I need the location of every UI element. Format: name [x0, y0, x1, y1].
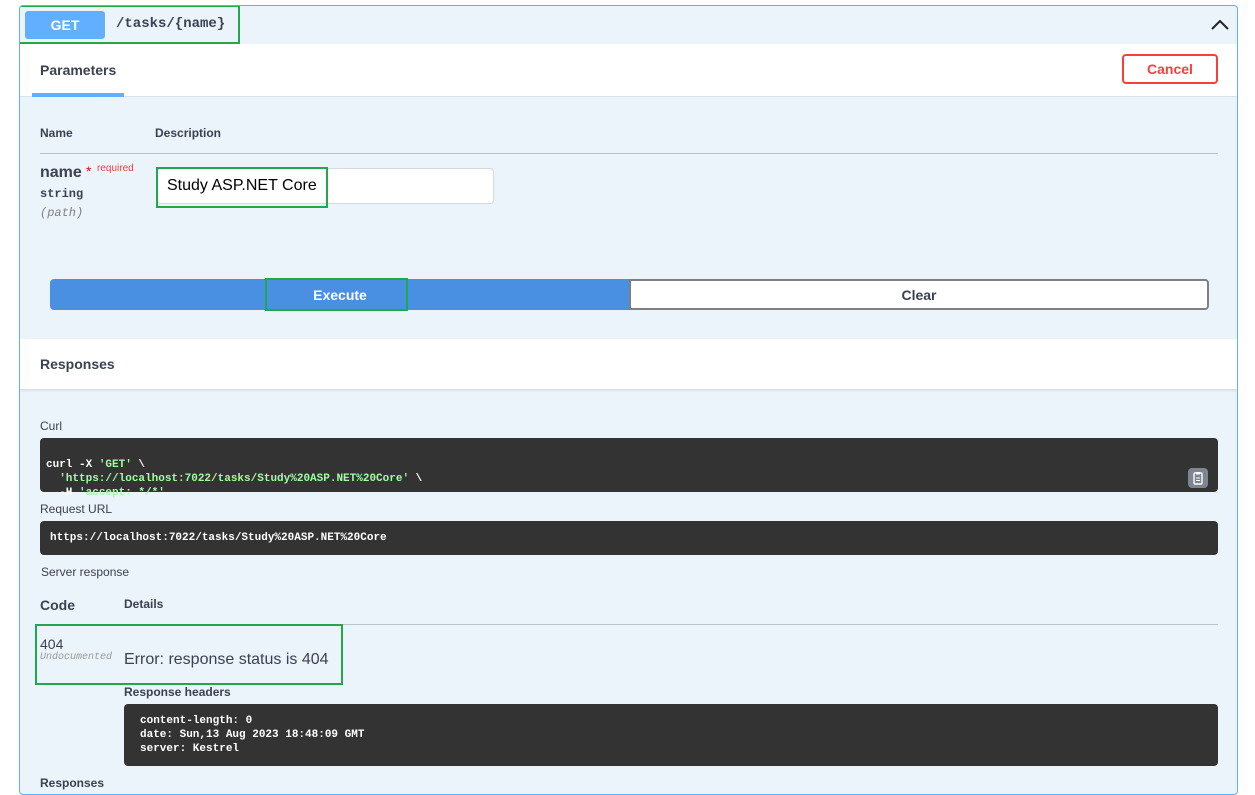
error-message: Error: response status is 404 — [124, 651, 329, 668]
server-response-label: Server response — [41, 565, 130, 579]
divider — [40, 624, 1218, 625]
tab-parameters[interactable]: Parameters — [40, 62, 116, 78]
parameter-name: name — [40, 164, 82, 181]
clear-button[interactable]: Clear — [629, 279, 1209, 310]
code-column-header: Code — [40, 597, 75, 613]
header-line: content-length: 0 — [140, 715, 253, 727]
name-input[interactable] — [157, 168, 494, 204]
curl-cont-2: \ — [409, 473, 423, 485]
operation-block: GET /tasks/{name} Parameters Cancel Name… — [19, 5, 1238, 795]
column-header-name: Name — [40, 126, 73, 140]
required-star: * — [86, 163, 92, 179]
responses-footer-title: Responses — [40, 776, 105, 790]
tab-underline — [32, 93, 124, 97]
request-url-label: Request URL — [40, 502, 113, 516]
clipboard-icon[interactable] — [1188, 468, 1208, 488]
operation-path[interactable]: /tasks/{name} — [116, 16, 225, 32]
response-headers-label: Response headers — [124, 685, 231, 699]
parameter-type: string — [40, 187, 84, 201]
divider — [40, 153, 1218, 154]
responses-title: Responses — [40, 356, 115, 372]
column-header-description: Description — [155, 126, 222, 140]
curl-url: 'https://localhost:7022/tasks/Study%20AS… — [59, 473, 410, 485]
request-url: https://localhost:7022/tasks/Study%20ASP… — [50, 532, 387, 544]
tab-bar: Parameters Cancel — [20, 44, 1237, 97]
cancel-button[interactable]: Cancel — [1122, 54, 1218, 84]
responses-header: Responses — [20, 339, 1237, 390]
header-line: date: Sun,13 Aug 2023 18:48:09 GMT — [140, 729, 365, 741]
details-column-header: Details — [124, 597, 164, 611]
curl-cmd: curl -X — [46, 459, 99, 471]
curl-flag: -H — [46, 487, 80, 499]
request-url-block[interactable]: https://localhost:7022/tasks/Study%20ASP… — [40, 521, 1218, 555]
curl-header: 'accept: */*' — [79, 487, 165, 499]
parameter-location: (path) — [40, 206, 84, 220]
header-line: server: Kestrel — [140, 743, 240, 755]
execute-button[interactable]: Execute — [50, 279, 630, 310]
chevron-up-icon[interactable] — [1209, 14, 1231, 36]
status-note: Undocumented — [40, 652, 113, 663]
status-code: 404 — [40, 636, 64, 652]
response-headers-block[interactable]: content-length: 0 date: Sun,13 Aug 2023 … — [124, 704, 1218, 766]
curl-block[interactable]: curl -X 'GET' \ 'https://localhost:7022/… — [40, 438, 1218, 499]
method-badge[interactable]: GET — [25, 11, 105, 39]
curl-cont-1: \ — [131, 459, 146, 471]
required-label: required — [97, 163, 134, 174]
curl-method: 'GET' — [98, 459, 132, 471]
curl-label: Curl — [40, 419, 63, 433]
